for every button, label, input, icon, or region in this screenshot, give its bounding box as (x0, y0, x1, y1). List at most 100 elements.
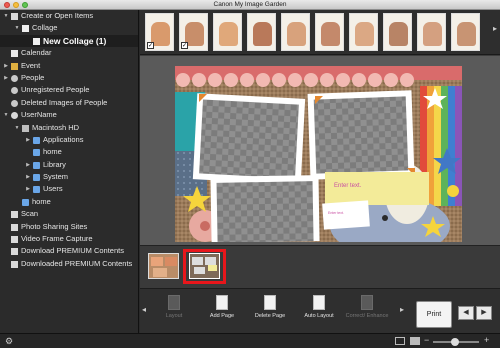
scan-icon (11, 211, 18, 219)
print-button[interactable]: Print (416, 301, 452, 328)
photo-subject (321, 22, 340, 46)
sidebar-item[interactable]: home (0, 146, 138, 158)
sidebar-item[interactable]: ▶ People (0, 72, 138, 84)
sidebar-item[interactable]: Unregistered People (0, 84, 138, 96)
sidebar-item-label: home (43, 147, 62, 157)
close-window-icon[interactable] (4, 2, 10, 8)
sidebar-item[interactable]: ▼ Collage (0, 22, 138, 34)
correct-enhance-button[interactable]: Correct/ Enhance (343, 293, 391, 331)
sidebar-item-label: UserName (21, 110, 57, 120)
event-icon (11, 62, 18, 70)
photo-thumbnail[interactable] (451, 13, 480, 51)
sidebar-item[interactable]: ▶ Event (0, 60, 138, 72)
toolbar-right-arrow-icon[interactable]: ▸ (400, 305, 404, 314)
sidebar-item-label: Create or Open Items (21, 11, 94, 20)
collage-editor: Enter text. Enter text. (140, 56, 500, 245)
zoom-slider[interactable] (433, 338, 479, 346)
disclosure-open-icon[interactable]: ▼ (3, 109, 9, 121)
zoom-in-icon[interactable]: + (484, 335, 489, 345)
window-title: Canon My Image Garden (213, 1, 287, 8)
minimize-window-icon[interactable] (13, 2, 19, 8)
unregistered-people-icon (11, 87, 18, 95)
photo-thumbnail[interactable] (213, 13, 242, 51)
sidebar-item-label: Users (43, 184, 63, 194)
sidebar-item[interactable]: Calendar (0, 47, 138, 59)
delete-page-button[interactable]: Delete Page (246, 293, 294, 331)
sidebar-item[interactable]: Downloaded PREMIUM Contents (0, 258, 138, 270)
page-thumbnail-1[interactable] (148, 253, 179, 279)
sidebar-item-label: Video Frame Capture (21, 234, 93, 244)
sidebar-item[interactable]: ▶ Library (0, 159, 138, 171)
sidebar-item-label: Macintosh HD (32, 122, 80, 132)
disclosure-closed-icon[interactable]: ▶ (25, 159, 31, 171)
bottom-toolbar: ◂ ▸ Layout Add Page Delete Page Auto Layout… (140, 288, 500, 333)
sidebar-item[interactable]: ▼ Create or Open Items (0, 10, 138, 22)
photo-thumbnail[interactable] (349, 13, 378, 51)
create-items-icon (11, 13, 18, 20)
grid-view-icon[interactable] (410, 337, 420, 345)
selected-checkbox[interactable]: ✓ (181, 42, 188, 49)
collage-canvas[interactable]: Enter text. Enter text. (175, 66, 462, 242)
layout-icon (168, 295, 180, 310)
toolbar-left-arrow-icon[interactable]: ◂ (142, 305, 146, 314)
deleted-people-icon (11, 99, 18, 107)
toolbar-button-label: Layout (165, 313, 183, 319)
photo-thumbnail[interactable] (247, 13, 276, 51)
zoom-out-icon[interactable]: − (424, 335, 429, 345)
toolbar-button-label: Correct/ Enhance (345, 313, 389, 319)
sidebar-item[interactable]: ▶ Applications (0, 134, 138, 146)
folder-icon (33, 174, 40, 182)
disclosure-open-icon[interactable]: ▼ (3, 10, 9, 22)
previous-page-button[interactable]: ◀ (458, 306, 474, 320)
photo-thumbnail[interactable] (383, 13, 412, 51)
small-text-box[interactable]: Enter text. (328, 211, 344, 215)
disclosure-closed-icon[interactable]: ▶ (3, 72, 9, 84)
page-thumbnail-bar (140, 245, 500, 288)
download-icon (11, 248, 18, 256)
title-bar: Canon My Image Garden (0, 0, 500, 10)
sidebar-item[interactable]: Video Frame Capture (0, 233, 138, 245)
photo-thumbnail[interactable] (281, 13, 310, 51)
selected-checkbox[interactable]: ✓ (147, 42, 154, 49)
filmstrip-right-arrow-icon[interactable]: ▸ (492, 24, 498, 38)
settings-gear-icon[interactable]: ⚙ (5, 336, 15, 346)
disclosure-closed-icon[interactable]: ▶ (25, 134, 31, 146)
photo-subject (219, 22, 238, 46)
zoom-slider-thumb[interactable] (451, 338, 459, 346)
downloaded-icon (11, 260, 18, 268)
sidebar-item[interactable]: ▼ Macintosh HD (0, 122, 138, 134)
disclosure-closed-icon[interactable]: ▶ (3, 60, 9, 72)
photo-thumbnail[interactable]: ✓ (179, 13, 208, 51)
sidebar-item-label: Photo Sharing Sites (21, 221, 88, 231)
sidebar-item[interactable]: Deleted Images of People (0, 97, 138, 109)
add-page-button[interactable]: Add Page (198, 293, 246, 331)
disclosure-closed-icon[interactable]: ▶ (25, 183, 31, 195)
sidebar-item[interactable]: Download PREMIUM Contents (0, 245, 138, 257)
sidebar-item[interactable]: ▼ UserName (0, 109, 138, 121)
photo-thumbnail[interactable]: ✓ (145, 13, 174, 51)
sidebar-item[interactable]: ▶ Users (0, 183, 138, 195)
zoom-window-icon[interactable] (22, 2, 28, 8)
video-capture-icon (11, 236, 18, 244)
sidebar-item-label: Deleted Images of People (21, 97, 108, 107)
layout-button[interactable]: Layout (150, 293, 198, 331)
auto-layout-button[interactable]: Auto Layout (295, 293, 343, 331)
sidebar-item[interactable]: Scan (0, 208, 138, 220)
disclosure-open-icon[interactable]: ▼ (14, 122, 20, 134)
photo-subject (253, 22, 272, 46)
photo-thumbnail[interactable] (417, 13, 446, 51)
sidebar-item[interactable]: Photo Sharing Sites (0, 221, 138, 233)
disclosure-open-icon[interactable]: ▼ (14, 22, 20, 34)
image-filmstrip: ▸ ✓ ✓ (140, 10, 500, 55)
sidebar-item-label: Download PREMIUM Contents (21, 246, 124, 256)
photo-thumbnail[interactable] (315, 13, 344, 51)
collage-background (175, 66, 462, 242)
text-box[interactable]: Enter text. (334, 183, 361, 189)
view-mode-icon[interactable] (395, 337, 405, 345)
sidebar-item-label: Library (43, 159, 66, 169)
sidebar-item[interactable]: New Collage (1) (0, 34, 138, 48)
next-page-button[interactable]: ▶ (476, 306, 492, 320)
disclosure-closed-icon[interactable]: ▶ (25, 171, 31, 183)
sidebar-item[interactable]: home (0, 196, 138, 208)
sidebar-item[interactable]: ▶ System (0, 171, 138, 183)
